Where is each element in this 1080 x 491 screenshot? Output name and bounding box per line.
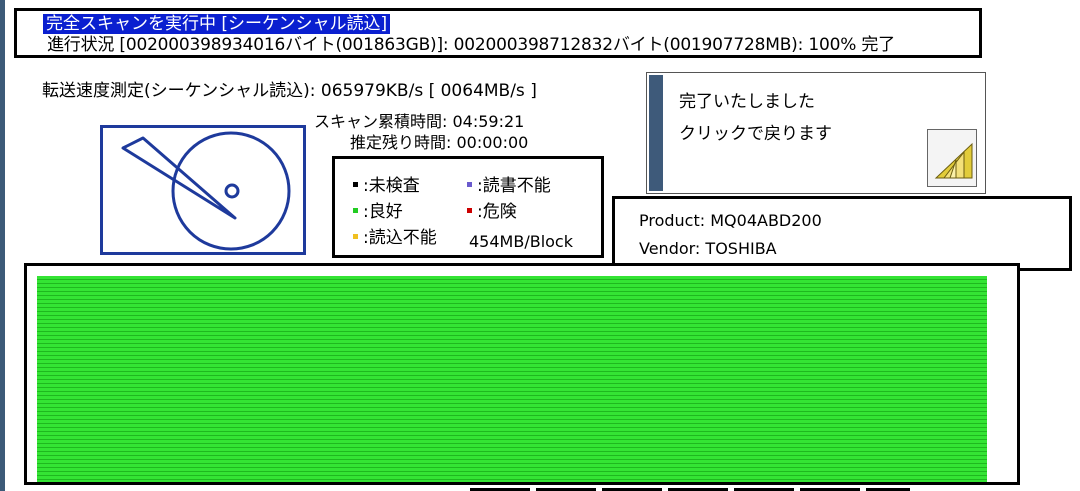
- window-edge: [0, 0, 5, 491]
- legend-swatch: [353, 233, 358, 239]
- product-row: Product: MQ04ABD200: [639, 210, 822, 232]
- completion-panel[interactable]: 完了いたしました クリックで戻ります: [646, 72, 986, 194]
- block-size-text: 454MB/Block: [469, 232, 573, 251]
- legend-item-unreadable: :読込不能: [353, 227, 437, 249]
- legend-label: :読込不能: [363, 228, 437, 248]
- hard-disk-icon: [100, 125, 306, 255]
- remaining-time-row: 推定残り時間: 00:00:00: [350, 133, 528, 153]
- remaining-time-value: 00:00:00: [456, 133, 529, 152]
- back-arrow-icon: [928, 142, 976, 190]
- completion-message: 完了いたしました: [679, 92, 815, 112]
- legend-item-read-write-error: :読書不能: [467, 175, 551, 197]
- block-map-fill-good: [37, 276, 987, 482]
- vendor-row: Vendor: TOSHIBA: [639, 238, 777, 260]
- vendor-label: Vendor:: [639, 239, 701, 258]
- click-to-return-message: クリックで戻ります: [679, 124, 832, 144]
- legend-label: :良好: [363, 202, 403, 222]
- legend-box: :未検査 :読書不能 :良好 :危険 :読込不能 454MB/Block: [332, 156, 604, 258]
- scan-status-box: 完全スキャンを実行中 [シーケンシャル読込] 進行状況 [00200039893…: [14, 8, 982, 58]
- elapsed-time-label: スキャン累積時間:: [314, 112, 448, 131]
- elapsed-time-row: スキャン累積時間: 04:59:21: [314, 112, 524, 132]
- legend-swatch: [467, 207, 472, 213]
- legend-label: :未検査: [363, 176, 420, 196]
- vendor-value: TOSHIBA: [705, 239, 777, 258]
- block-map: [24, 263, 1020, 485]
- transfer-speed-text: 転送速度測定(シーケンシャル読込): 065979KB/s [ 0064MB/s…: [42, 81, 537, 101]
- legend-item-unchecked: :未検査: [353, 175, 420, 197]
- legend-label: :読書不能: [477, 176, 551, 196]
- legend-item-danger: :危険: [467, 201, 517, 223]
- return-button[interactable]: [927, 129, 977, 187]
- scan-window: 完全スキャンを実行中 [シーケンシャル読込] 進行状況 [00200039893…: [0, 0, 1080, 491]
- legend-swatch: [353, 181, 358, 187]
- legend-label: :危険: [477, 202, 517, 222]
- product-value: MQ04ABD200: [710, 211, 822, 230]
- device-info-box: Product: MQ04ABD200 Vendor: TOSHIBA: [612, 196, 1072, 271]
- panel-stripe: [649, 75, 663, 191]
- remaining-time-label: 推定残り時間:: [350, 133, 452, 152]
- legend-swatch: [467, 181, 472, 187]
- scan-progress-text: 進行状況 [002000398934016バイト(001863GB)]: 002…: [47, 35, 895, 55]
- elapsed-time-value: 04:59:21: [452, 112, 525, 131]
- scan-status-title: 完全スキャンを実行中 [シーケンシャル読込]: [43, 14, 391, 34]
- legend-item-good: :良好: [353, 201, 403, 223]
- legend-swatch: [353, 207, 358, 213]
- product-label: Product:: [639, 211, 706, 230]
